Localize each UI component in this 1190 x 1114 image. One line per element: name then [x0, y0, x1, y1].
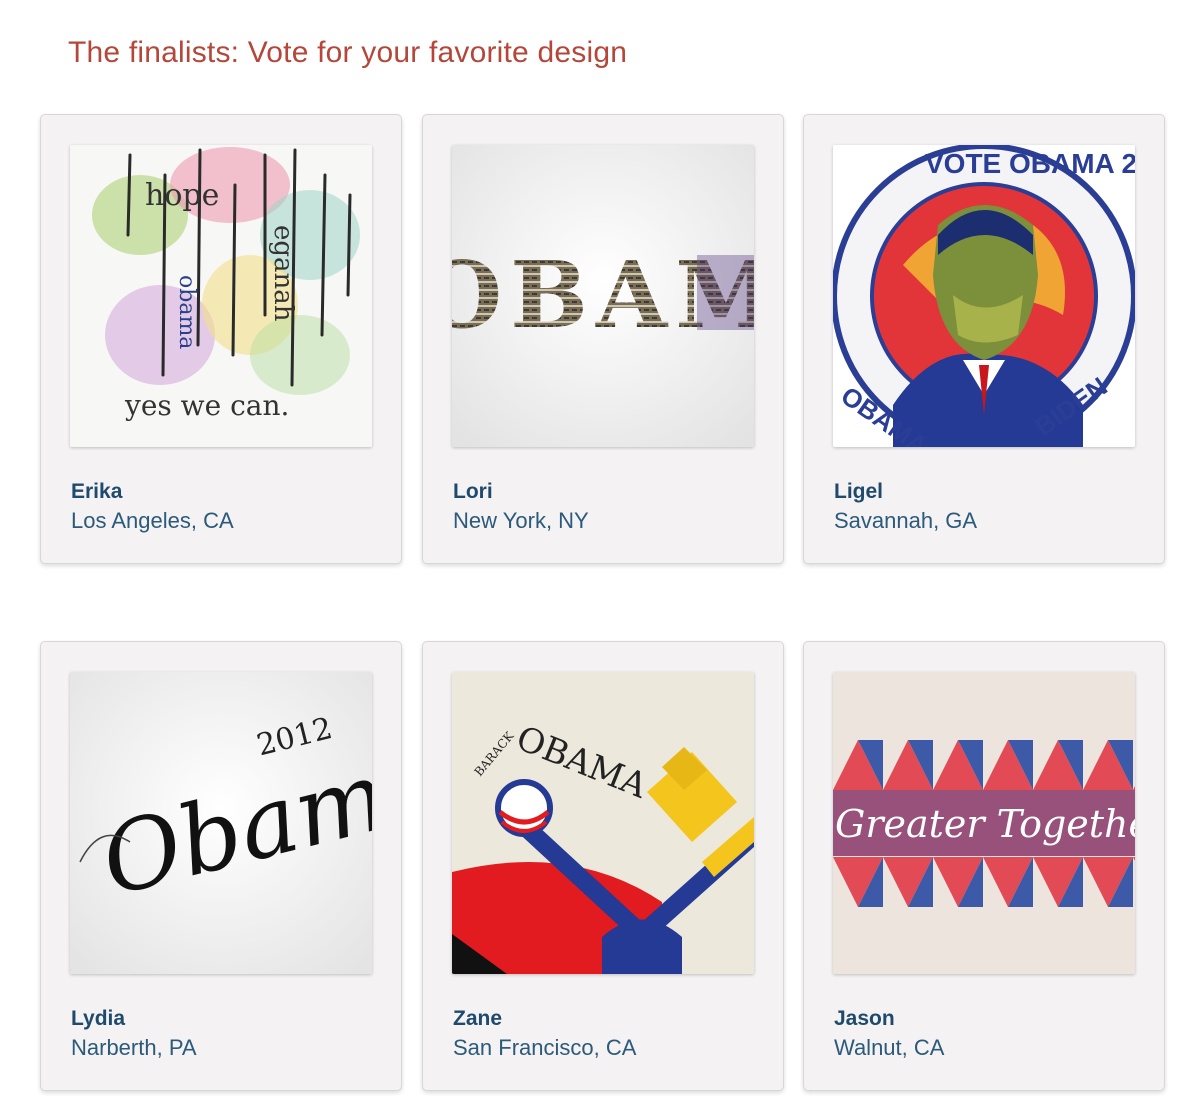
design-image-ligel[interactable]: VOTE OBAMA 2012 OBAMA BIDEN [833, 145, 1135, 447]
finalist-name: Lydia [71, 1007, 126, 1030]
design-image-lori[interactable]: OBAMA [452, 145, 754, 447]
finalist-card-erika[interactable]: hope obama eganah yes we can. Erika Los … [40, 114, 402, 564]
finalist-location: Narberth, PA [71, 1035, 197, 1060]
finalist-name: Erika [71, 480, 123, 503]
finalist-location: Los Angeles, CA [71, 508, 234, 533]
art-text-hope: hope [145, 178, 219, 213]
finalist-name: Ligel [834, 480, 884, 503]
finalist-location: Savannah, GA [834, 508, 978, 533]
finalist-card-lydia[interactable]: 2012 Obama Lydia Narberth, PA [40, 641, 402, 1091]
finalist-card-jason[interactable]: Greater Together Jason Walnut, CA [803, 641, 1165, 1091]
finalist-card-zane[interactable]: BARACK OBAMA Zane San Francisco, CA [422, 641, 784, 1091]
design-image-lydia[interactable]: 2012 Obama [70, 672, 372, 974]
finalist-location: Walnut, CA [834, 1035, 945, 1060]
art-ring-top: VOTE OBAMA 2012 [925, 148, 1135, 179]
art-text-obama: obama [174, 275, 199, 349]
art-text-greater-together: Greater Together [835, 802, 1135, 846]
art-text-eganah: eganah [268, 225, 298, 322]
finalist-location: New York, NY [453, 508, 589, 533]
finalist-name: Lori [453, 480, 493, 503]
finalist-card-ligel[interactable]: VOTE OBAMA 2012 OBAMA BIDEN Ligel Savann… [803, 114, 1165, 564]
design-image-erika[interactable]: hope obama eganah yes we can. [70, 145, 372, 447]
finalist-name: Zane [453, 1007, 503, 1030]
art-text-yes-we-can: yes we can. [124, 389, 289, 422]
page-title: The finalists: Vote for your favorite de… [68, 36, 628, 69]
finalist-card-lori[interactable]: OBAMA Lori New York, NY [422, 114, 784, 564]
finalist-location: San Francisco, CA [453, 1035, 637, 1060]
design-image-jason[interactable]: Greater Together [833, 672, 1135, 974]
design-image-zane[interactable]: BARACK OBAMA [452, 672, 754, 974]
finalist-name: Jason [834, 1007, 895, 1030]
